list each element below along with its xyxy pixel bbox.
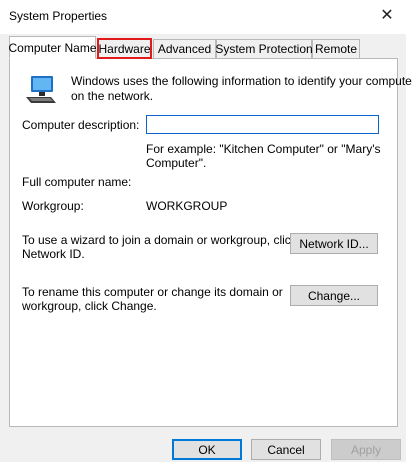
change-button[interactable]: Change... — [290, 285, 378, 306]
wizard-text-line1: To use a wizard to join a domain or work… — [22, 233, 297, 247]
wizard-text-line2: Network ID. — [22, 247, 85, 261]
window-title: System Properties — [9, 9, 108, 23]
example-text-line1: For example: "Kitchen Computer" or "Mary… — [146, 142, 381, 156]
rename-text-line2: workgroup, click Change. — [22, 299, 157, 313]
ok-button[interactable]: OK — [172, 439, 242, 460]
example-text-line2: Computer". — [146, 156, 207, 170]
workgroup-value: WORKGROUP — [146, 199, 228, 213]
computer-description-label: Computer description: — [22, 118, 140, 132]
tab-system-protection[interactable]: System Protection — [215, 39, 313, 58]
tab-advanced[interactable]: Advanced — [153, 39, 216, 58]
intro-text-line1: Windows uses the following information t… — [71, 74, 412, 88]
network-id-button[interactable]: Network ID... — [290, 233, 378, 254]
cancel-button[interactable]: Cancel — [251, 439, 321, 460]
intro-text-line2: on the network. — [71, 89, 154, 103]
full-computer-name-label: Full computer name: — [22, 175, 132, 189]
close-icon[interactable]: ✕ — [372, 2, 402, 28]
tab-hardware[interactable]: Hardware — [97, 38, 152, 59]
apply-button[interactable]: Apply — [331, 439, 401, 460]
workgroup-label: Workgroup: — [22, 199, 84, 213]
title-bar: System Properties ✕ — [0, 0, 406, 34]
computer-icon — [26, 76, 56, 103]
background-strip — [406, 0, 412, 468]
tab-remote[interactable]: Remote — [312, 39, 360, 58]
rename-text-line1: To rename this computer or change its do… — [22, 285, 283, 299]
tab-computer-name[interactable]: Computer Name — [8, 36, 97, 59]
background-strip-bottom — [0, 462, 412, 468]
computer-description-input[interactable] — [146, 115, 379, 134]
